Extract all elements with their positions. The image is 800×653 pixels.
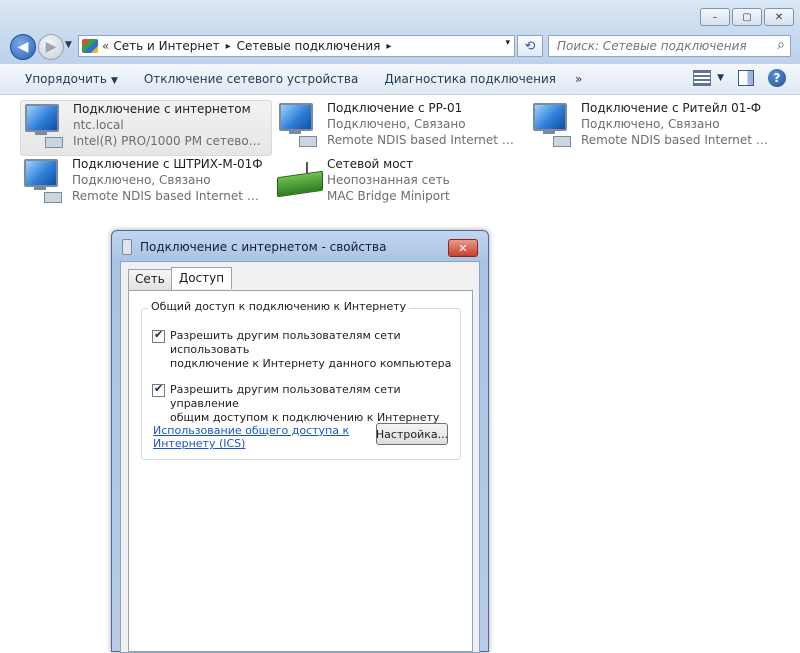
- dialog-close-button[interactable]: ✕: [448, 239, 478, 257]
- breadcrumb-network-internet[interactable]: Сеть и Интернет: [113, 39, 219, 53]
- checkbox-checked-icon[interactable]: [152, 328, 165, 343]
- network-plug-icon: [122, 239, 132, 255]
- forward-arrow-icon: ▶: [45, 39, 57, 55]
- allow-control-label-1: Разрешить другим пользователям сети упра…: [170, 383, 401, 410]
- search-box[interactable]: ⌕: [548, 35, 791, 57]
- diagnose-button[interactable]: Диагностика подключения: [371, 72, 569, 86]
- ics-help-link[interactable]: Использование общего доступа к Интернету…: [153, 424, 353, 450]
- view-icon: [693, 70, 712, 86]
- connection-name: Подключение с ШТРИХ-М-01Ф: [72, 157, 263, 171]
- dialog-titlebar[interactable]: Подключение с интернетом - свойства: [122, 239, 386, 255]
- dialog-title: Подключение с интернетом - свойства: [140, 240, 387, 254]
- network-bridge-icon: [275, 156, 323, 204]
- connection-device: Intel(R) PRO/1000 PM сетевое по...: [73, 134, 263, 148]
- breadcrumb-network-connections[interactable]: Сетевые подключения: [237, 39, 381, 53]
- control-panel-icon: [82, 39, 98, 53]
- breadcrumb-overflow[interactable]: «: [102, 39, 109, 53]
- settings-button[interactable]: Настройка...: [376, 423, 448, 445]
- ics-group-title: Общий доступ к подключению к Интернету: [148, 300, 410, 313]
- connection-item[interactable]: Сетевой мост Неопознанная сеть MAC Bridg…: [275, 156, 525, 210]
- back-arrow-icon: ◀: [17, 39, 29, 55]
- ics-groupbox: Общий доступ к подключению к Интернету Р…: [141, 300, 461, 460]
- connection-name: Подключение с интернетом: [73, 102, 251, 116]
- refresh-button[interactable]: ⟲: [517, 35, 543, 57]
- address-dropdown-icon[interactable]: ▾: [505, 38, 510, 48]
- connection-status: Подключено, Связано: [72, 173, 211, 187]
- forward-button[interactable]: ▶: [38, 34, 64, 60]
- connection-name: Сетевой мост: [327, 157, 414, 171]
- more-commands-button[interactable]: »: [575, 72, 582, 86]
- preview-pane-button[interactable]: [738, 70, 754, 86]
- allow-connect-label-2: подключение к Интернету данного компьюте…: [170, 357, 452, 370]
- help-button[interactable]: ?: [768, 69, 786, 87]
- connection-item[interactable]: Подключение с PP-01 Подключено, Связано …: [275, 100, 525, 154]
- disable-device-button[interactable]: Отключение сетевого устройства: [131, 72, 371, 86]
- breadcrumb-separator-icon[interactable]: ▸: [226, 41, 231, 52]
- organize-button[interactable]: Упорядочить ▼: [0, 72, 131, 86]
- connection-device: Remote NDIS based Internet Shari...: [327, 133, 517, 147]
- dialog-body: Сеть Доступ Общий доступ к подключению к…: [120, 261, 480, 653]
- network-adapter-icon: [529, 100, 577, 148]
- window-titlebar: – ▢ ✕ ◀ ▶ ▼ « Сеть и Интернет ▸ Сетевые …: [0, 0, 800, 65]
- dialog-tabs: Сеть Доступ: [128, 267, 233, 291]
- sharing-tab-panel: Общий доступ к подключению к Интернету Р…: [128, 290, 473, 652]
- connection-name: Подключение с PP-01: [327, 101, 463, 115]
- chevron-down-icon: ▼: [110, 76, 118, 86]
- breadcrumb-separator-icon[interactable]: ▸: [386, 41, 391, 52]
- network-adapter-icon: [21, 101, 69, 149]
- allow-control-checkbox[interactable]: Разрешить другим пользователям сети упра…: [152, 382, 460, 425]
- back-button[interactable]: ◀: [10, 34, 36, 60]
- tab-network[interactable]: Сеть: [128, 269, 172, 291]
- close-button[interactable]: ✕: [764, 8, 794, 26]
- connection-status: Подключено, Связано: [327, 117, 466, 131]
- view-controls: ▼ ?: [693, 69, 786, 87]
- connection-device: Remote NDIS based Internet Shari...: [581, 133, 771, 147]
- address-bar[interactable]: « Сеть и Интернет ▸ Сетевые подключения …: [78, 35, 515, 57]
- search-input[interactable]: [555, 38, 769, 54]
- allow-connect-checkbox[interactable]: Разрешить другим пользователям сети испо…: [152, 328, 460, 371]
- change-view-button[interactable]: ▼: [693, 70, 724, 86]
- connection-item[interactable]: Подключение с интернетом ntc.local Intel…: [20, 100, 272, 156]
- connection-item[interactable]: Подключение с Ритейл 01-Ф Подключено, Св…: [529, 100, 779, 154]
- connection-status: Подключено, Связано: [581, 117, 720, 131]
- tab-sharing[interactable]: Доступ: [170, 267, 233, 289]
- command-bar: Упорядочить ▼ Отключение сетевого устройс…: [0, 64, 800, 95]
- connection-status: Неопознанная сеть: [327, 173, 450, 187]
- allow-connect-label-1: Разрешить другим пользователям сети испо…: [170, 329, 401, 356]
- connection-status: ntc.local: [73, 118, 124, 132]
- network-adapter-icon: [275, 100, 323, 148]
- network-adapter-icon: [20, 156, 68, 204]
- chevron-down-icon: ▼: [717, 73, 724, 83]
- search-icon[interactable]: ⌕: [777, 37, 785, 53]
- recent-pages-dropdown[interactable]: ▼: [65, 40, 72, 50]
- properties-dialog: Подключение с интернетом - свойства ✕ Се…: [111, 230, 489, 653]
- connection-item[interactable]: Подключение с ШТРИХ-М-01Ф Подключено, Св…: [20, 156, 270, 210]
- checkbox-checked-icon[interactable]: [152, 382, 165, 397]
- refresh-icon: ⟲: [524, 38, 536, 54]
- maximize-button[interactable]: ▢: [732, 8, 762, 26]
- connection-name: Подключение с Ритейл 01-Ф: [581, 101, 762, 115]
- connection-device: Remote NDIS based Internet Shari...: [72, 189, 262, 203]
- window-controls: – ▢ ✕: [700, 8, 794, 26]
- connection-device: MAC Bridge Miniport: [327, 189, 450, 203]
- minimize-button[interactable]: –: [700, 8, 730, 26]
